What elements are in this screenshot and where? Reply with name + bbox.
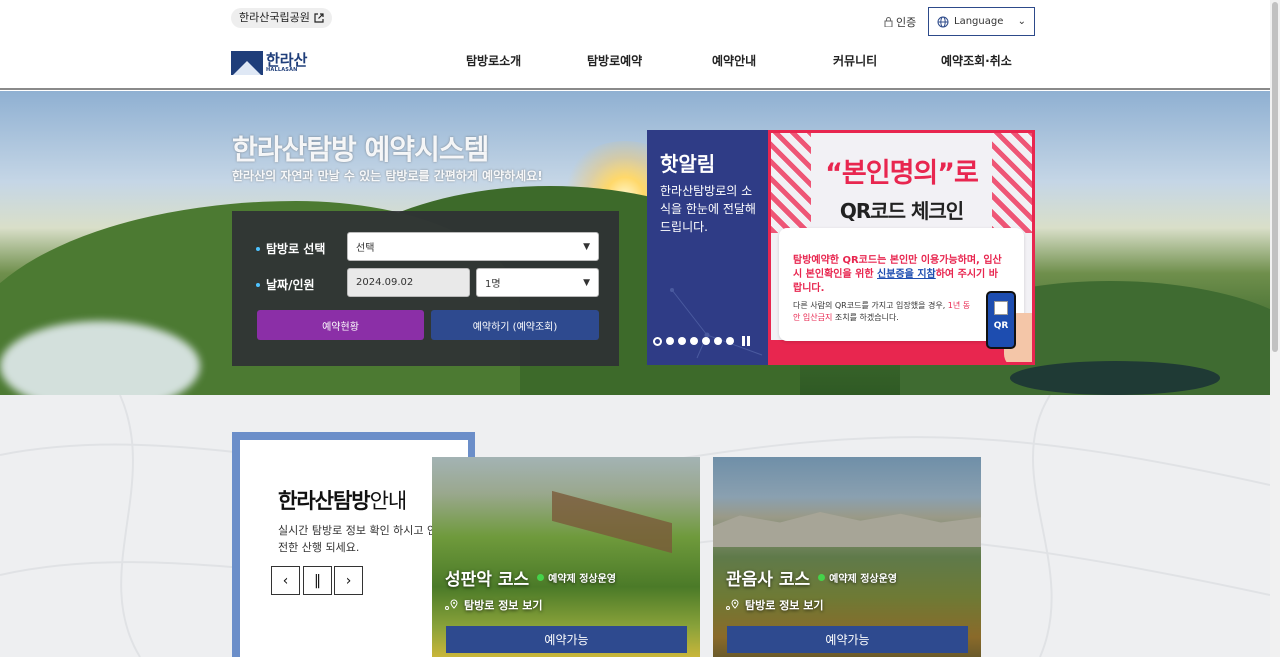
guide-title-rest: 안내 <box>369 489 408 513</box>
lock-icon <box>884 17 893 27</box>
hot-notice-panel: 핫알림 한라산탐방로의 소식을 한눈에 전달해 드립니다. “본인명의”로 QR… <box>647 130 1035 365</box>
slide-dot[interactable] <box>714 337 722 345</box>
logo-korean: 한라산 <box>266 51 308 69</box>
page-scrollbar[interactable] <box>1270 0 1280 657</box>
nav-trail-reservation[interactable]: 탐방로예약 <box>587 52 642 69</box>
reservation-available-button[interactable]: 예약가능 <box>446 626 687 653</box>
chevron-down-icon: ⌄ <box>1017 16 1026 27</box>
qr-code-icon <box>994 301 1008 315</box>
reservation-form: 탐방로 선택 선택 ▼ 날짜/인원 2024.09.02 1명 ▼ 예약현황 예… <box>232 211 619 366</box>
slide-dot[interactable] <box>702 337 710 345</box>
slide-dot[interactable] <box>653 336 662 346</box>
black-text-part: 다른 사람의 QR코드를 가지고 입장했을 경우, <box>793 301 948 310</box>
scrollbar-thumb[interactable] <box>1272 2 1278 352</box>
slide-dot[interactable] <box>690 337 698 345</box>
notice-description: 한라산탐방로의 소식을 한눈에 전달해 드립니다. <box>660 184 756 234</box>
people-select[interactable]: 1명 ▼ <box>476 268 599 297</box>
banner-red-text: 탐방예약한 QR코드는 본인만 이용가능하며, 입산시 본인확인을 위한 신분증… <box>793 254 1003 296</box>
nav-reservation-lookup[interactable]: 예약조회·취소 <box>941 52 1012 69</box>
site-header: 한라산국립공원 인증 Language ⌄ 한라산 HALLASAN 탐방로소개… <box>0 0 1270 90</box>
banner-black-text: 다른 사람의 QR코드를 가지고 입장했을 경우, 1년 동안 입산금지 조치를… <box>793 300 973 324</box>
carousel-next-button[interactable]: › <box>334 566 363 595</box>
slide-dot[interactable] <box>678 337 686 345</box>
language-select[interactable]: Language ⌄ <box>928 7 1035 36</box>
qr-label: QR <box>993 321 1009 331</box>
chevron-down-icon: ▼ <box>583 241 590 252</box>
guide-title-bold: 한라산탐방 <box>278 489 371 513</box>
date-value: 2024.09.02 <box>356 277 414 288</box>
site-logo[interactable]: 한라산 HALLASAN <box>231 49 317 77</box>
slide-dot[interactable] <box>666 337 674 345</box>
reservation-available-button[interactable]: 예약가능 <box>727 626 968 653</box>
chevron-down-icon: ▼ <box>583 277 590 288</box>
reservation-status-button[interactable]: 예약현황 <box>257 310 424 340</box>
logo-english: HALLASAN <box>266 67 298 73</box>
status-badge: 예약제 정상운영 <box>818 570 897 585</box>
guide-title: 한라산탐방안내 <box>278 485 408 515</box>
course-name-text: 성판악 코스 <box>445 570 530 590</box>
reserve-button[interactable]: 예약하기 (예약조회) <box>431 310 599 340</box>
auth-label: 인증 <box>896 16 917 29</box>
pause-icon[interactable] <box>742 336 752 346</box>
crater-lake <box>1010 361 1220 395</box>
slide-indicators <box>653 336 752 346</box>
banner-subheadline: QR코드 체크인 <box>839 199 964 223</box>
nav-reservation-guide[interactable]: 예약안내 <box>712 52 756 69</box>
trail-select-label: 탐방로 선택 <box>256 240 325 257</box>
course-name: 관음사 코스 예약제 정상운영 <box>726 565 897 590</box>
location-pin-icon <box>445 599 458 610</box>
trail-info-link[interactable]: 탐방로 정보 보기 <box>445 597 543 613</box>
location-pin-icon <box>726 599 739 610</box>
trail-select[interactable]: 선택 ▼ <box>347 232 599 261</box>
course-name-text: 관음사 코스 <box>726 570 811 590</box>
auth-link[interactable]: 인증 <box>884 14 916 30</box>
status-badge: 예약제 정상운영 <box>537 570 616 585</box>
black-text-part: 조치를 하겠습니다. <box>832 313 899 322</box>
people-value: 1명 <box>485 279 501 290</box>
guide-description: 실시간 탐방로 정보 확인 하시고 안전한 산행 되세요. <box>278 524 438 554</box>
id-card-highlight: 신분증을 지참 <box>877 269 936 280</box>
carousel-prev-button[interactable]: ‹ <box>271 566 300 595</box>
date-people-label: 날짜/인원 <box>256 276 315 293</box>
hero-background <box>0 91 1270 395</box>
phone-qr-icon: QR <box>986 291 1016 349</box>
course-card-seongpanak[interactable]: 성판악 코스 예약제 정상운영 탐방로 정보 보기 예약가능 <box>432 457 700 657</box>
globe-icon <box>937 16 949 27</box>
course-card-gwaneumsa[interactable]: 관음사 코스 예약제 정상운영 탐방로 정보 보기 예약가능 <box>713 457 981 657</box>
hero-subtitle: 한라산의 자연과 만날 수 있는 탐방로를 간편하게 예약하세요! <box>232 169 543 183</box>
notice-title: 핫알림 <box>660 152 716 176</box>
trail-info-label: 탐방로 정보 보기 <box>464 599 543 612</box>
nav-trail-intro[interactable]: 탐방로소개 <box>466 52 521 69</box>
date-input[interactable]: 2024.09.02 <box>347 268 470 297</box>
hero-title: 한라산탐방 예약시스템 <box>232 133 489 166</box>
banner-headline: “본인명의”로 <box>825 158 979 189</box>
nav-community[interactable]: 커뮤니티 <box>833 52 877 69</box>
qr-checkin-banner[interactable]: “본인명의”로 QR코드 체크인 탐방예약한 QR코드는 본인만 이용가능하며,… <box>768 130 1035 365</box>
park-link-label: 한라산국립공원 <box>239 11 310 24</box>
decorative-network-icon <box>670 288 763 359</box>
trail-info-label: 탐방로 정보 보기 <box>745 599 824 612</box>
slide-dot[interactable] <box>726 337 734 345</box>
course-name: 성판악 코스 예약제 정상운영 <box>445 565 616 590</box>
trail-select-value: 선택 <box>356 243 375 254</box>
language-label: Language <box>954 16 1004 27</box>
park-website-link[interactable]: 한라산국립공원 <box>231 8 332 28</box>
mountain-logo-icon <box>231 51 263 75</box>
trail-info-link[interactable]: 탐방로 정보 보기 <box>726 597 824 613</box>
carousel-pause-button[interactable]: ‖ <box>303 566 332 595</box>
external-link-icon <box>314 13 324 23</box>
